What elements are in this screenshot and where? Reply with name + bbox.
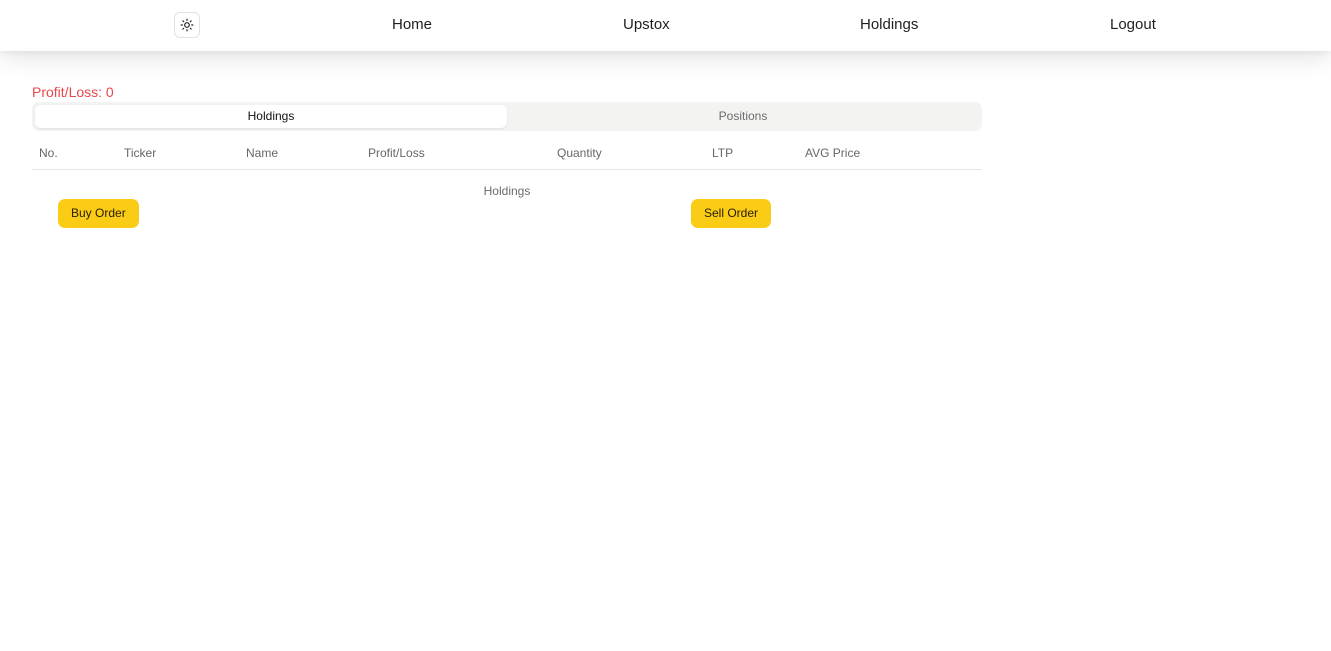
sell-order-button[interactable]: Sell Order bbox=[691, 199, 772, 228]
top-navbar: Home Upstox Holdings Logout bbox=[0, 0, 1331, 51]
column-header-name: Name bbox=[246, 146, 279, 160]
nav-link-upstox[interactable]: Upstox bbox=[623, 16, 670, 33]
column-header-avg-price: AVG Price bbox=[805, 146, 861, 160]
nav-link-home[interactable]: Home bbox=[392, 16, 432, 33]
holdings-table-header: No. Ticker Name Profit/Loss Quantity LTP… bbox=[32, 140, 982, 170]
holdings-positions-tabs: Holdings Positions bbox=[32, 102, 982, 131]
column-header-profit-loss: Profit/Loss bbox=[368, 146, 425, 160]
nav-link-holdings[interactable]: Holdings bbox=[860, 16, 918, 33]
theme-toggle-button[interactable] bbox=[174, 12, 200, 38]
tab-positions[interactable]: Positions bbox=[507, 105, 979, 128]
column-header-quantity: Quantity bbox=[557, 146, 602, 160]
tab-holdings[interactable]: Holdings bbox=[35, 105, 507, 128]
column-header-ltp: LTP bbox=[712, 146, 734, 160]
column-header-no: No. bbox=[39, 146, 58, 160]
buy-order-button[interactable]: Buy Order bbox=[58, 199, 139, 228]
profit-loss-summary: Profit/Loss: 0 bbox=[32, 84, 114, 100]
column-header-ticker: Ticker bbox=[124, 146, 157, 160]
nav-link-logout[interactable]: Logout bbox=[1110, 16, 1156, 33]
table-caption: Holdings bbox=[483, 184, 531, 198]
sun-icon bbox=[180, 18, 194, 32]
